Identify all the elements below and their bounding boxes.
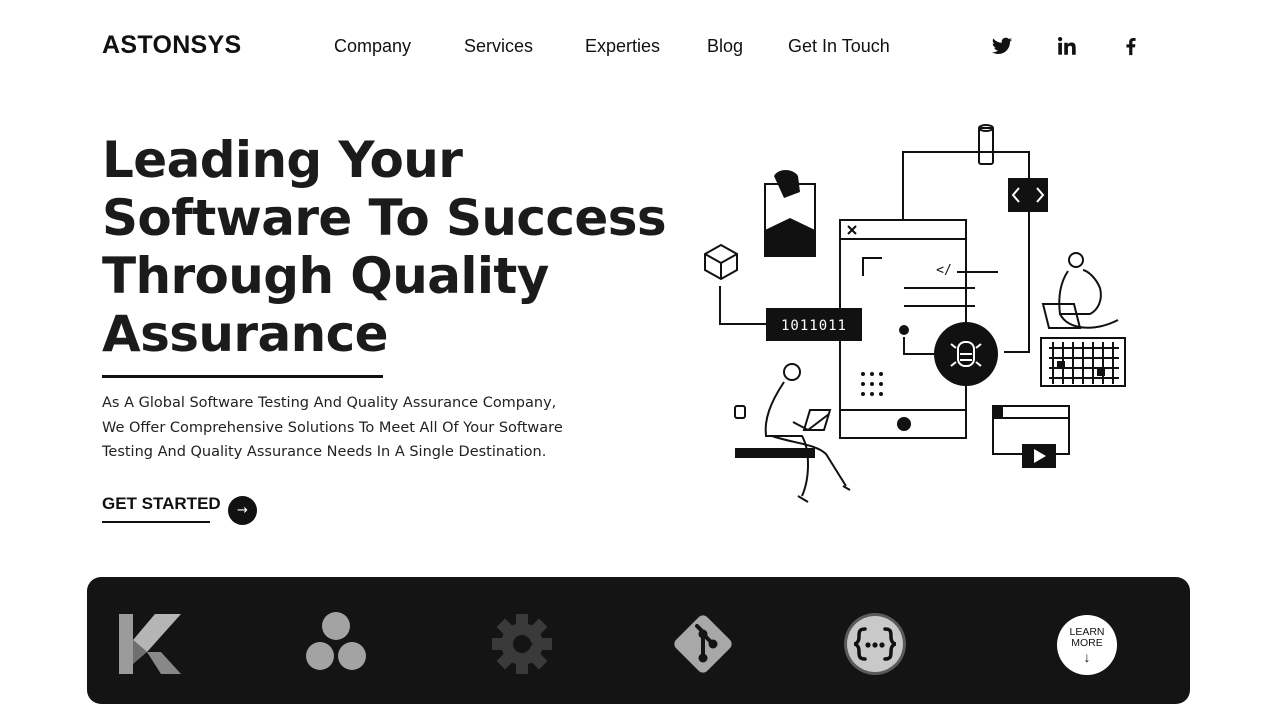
settings-gear-icon <box>490 612 554 676</box>
qa-illustration: 1011011 </ <box>704 124 1126 503</box>
hero-title-line: Through Quality <box>102 247 549 305</box>
facebook-icon[interactable] <box>1120 35 1142 57</box>
nav-get-in-touch[interactable]: Get In Touch <box>788 36 890 57</box>
learn-more-label: MORE <box>1071 636 1103 649</box>
linkedin-icon[interactable] <box>1056 35 1078 57</box>
nav-blog[interactable]: Blog <box>707 36 743 57</box>
binary-code-label: 1011011 <box>781 318 847 334</box>
katalon-icon <box>117 612 181 676</box>
hero-title-line: Leading Your <box>102 131 463 189</box>
twitter-icon[interactable] <box>991 35 1013 57</box>
hero-description-line: Testing And Quality Assurance Needs In A… <box>102 444 547 461</box>
learn-more-button[interactable]: LEARN MORE ↓ <box>1057 615 1117 675</box>
learn-more-label: LEARN <box>1069 625 1105 638</box>
hero-title: Leading Your Software To Success Through… <box>102 131 667 363</box>
hero-title-line: Software To Success <box>102 189 667 247</box>
hero-description-line: We Offer Comprehensive Solutions To Meet… <box>102 419 563 436</box>
hero-title-line: Assurance <box>102 305 389 363</box>
nav-experties[interactable]: Experties <box>585 36 660 57</box>
brand-logo[interactable]: ASTONSYS <box>102 31 241 60</box>
arrow-right-icon[interactable]: → <box>228 496 257 525</box>
tools-band: LEARN MORE ↓ <box>87 577 1190 704</box>
get-started-button[interactable]: GET STARTED <box>102 494 221 514</box>
git-icon <box>671 612 735 676</box>
nav-services[interactable]: Services <box>464 36 533 57</box>
hero-description: As A Global Software Testing And Quality… <box>102 391 563 465</box>
nav-company[interactable]: Company <box>334 36 411 57</box>
hero-description-line: As A Global Software Testing And Quality… <box>102 395 557 411</box>
cta-underline <box>102 521 210 523</box>
title-underline <box>102 375 383 378</box>
api-braces-icon <box>843 612 907 676</box>
asana-icon <box>304 612 368 676</box>
code-snippet-label: </ <box>936 263 952 278</box>
arrow-down-icon: ↓ <box>1083 648 1091 665</box>
